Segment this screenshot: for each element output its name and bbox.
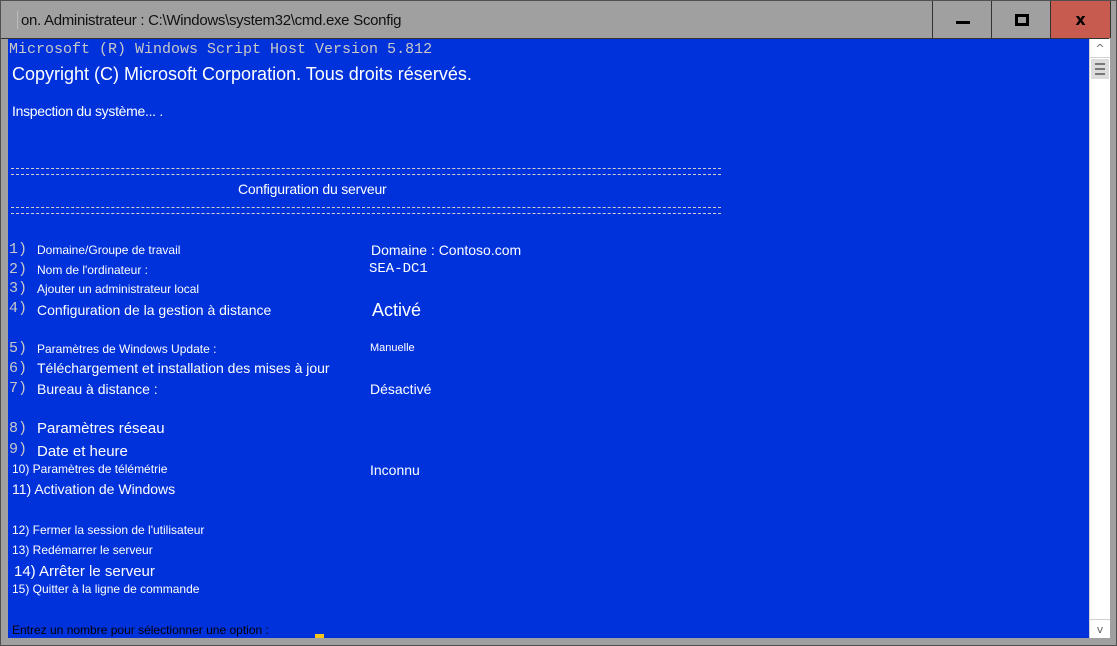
grip-icon xyxy=(1095,63,1105,75)
wsh-version-line: Microsoft (R) Windows Script Host Versio… xyxy=(9,41,433,58)
domain-value: Domaine : Contoso.com xyxy=(371,242,522,258)
menu-item-download-updates: Téléchargement et installation des mises… xyxy=(37,360,330,376)
minimize-icon xyxy=(955,21,970,24)
menu-item-remote-desktop: Bureau à distance : xyxy=(37,381,158,397)
vertical-scrollbar[interactable]: ^ v xyxy=(1089,39,1110,638)
maximize-icon xyxy=(1014,13,1029,26)
computer-name-value: SEA-DC1 xyxy=(369,261,428,277)
menu-number: 8) xyxy=(9,420,28,437)
menu-item-domain: Domaine/Groupe de travail xyxy=(37,243,181,257)
menu-item-restart: 13) Redémarrer le serveur xyxy=(12,543,153,557)
menu-number: 6) xyxy=(9,360,28,377)
section-title: Configuration du serveur xyxy=(238,181,387,197)
window-bottom-edge xyxy=(1,638,1116,645)
menu-item-activation: 11) Activation de Windows xyxy=(12,481,176,497)
menu-number: 5) xyxy=(9,340,28,357)
telemetry-value: Inconnu xyxy=(370,462,420,478)
window-title-path: on. Administrateur : C:\Windows\system32… xyxy=(21,12,350,29)
option-prompt: Entrez un nombre pour sélectionner une o… xyxy=(12,623,269,637)
menu-number: 1) xyxy=(9,241,28,258)
menu-number: 3) xyxy=(9,280,28,297)
scroll-up-button[interactable]: ^ xyxy=(1090,39,1110,58)
menu-number: 4) xyxy=(9,300,28,317)
window-title: on. Administrateur : C:\Windows\system32… xyxy=(21,12,401,29)
menu-item-logoff: 12) Fermer la session de l'utilisateur xyxy=(12,523,205,537)
scroll-thumb[interactable] xyxy=(1091,59,1109,79)
separator-top xyxy=(11,168,721,175)
menu-item-remote-management: Configuration de la gestion à distance xyxy=(37,302,272,318)
cmd-window: on. Administrateur : C:\Windows\system32… xyxy=(0,0,1117,646)
menu-number: 9) xyxy=(9,441,28,458)
windows-update-value: Manuelle xyxy=(370,342,415,354)
title-bar[interactable]: on. Administrateur : C:\Windows\system32… xyxy=(1,1,1116,38)
scroll-down-button[interactable]: v xyxy=(1090,619,1110,638)
menu-item-exit: 15) Quitter à la ligne de commande xyxy=(12,582,200,596)
menu-item-date-time: Date et heure xyxy=(37,443,128,460)
chevron-down-icon: v xyxy=(1096,622,1104,636)
minimize-button[interactable] xyxy=(932,1,992,38)
window-title-app: Sconfig xyxy=(353,12,402,29)
close-button[interactable]: x xyxy=(1050,1,1111,38)
menu-number: 2) xyxy=(9,261,28,278)
menu-item-telemetry: 10) Paramètres de télémétrie xyxy=(12,462,168,476)
menu-item-computer-name: Nom de l'ordinateur : xyxy=(37,263,149,277)
separator-bottom xyxy=(11,207,721,214)
remote-management-value: Activé xyxy=(372,300,422,320)
maximize-button[interactable] xyxy=(991,1,1051,38)
console-area[interactable]: Microsoft (R) Windows Script Host Versio… xyxy=(8,39,1089,638)
remote-desktop-value: Désactivé xyxy=(370,381,432,397)
menu-number: 7) xyxy=(9,380,28,397)
copyright-line: Copyright (C) Microsoft Corporation. Tou… xyxy=(12,64,472,84)
inspecting-line: Inspection du système... . xyxy=(12,103,163,119)
close-icon: x xyxy=(1075,10,1086,29)
menu-item-add-admin: Ajouter un administrateur local xyxy=(37,282,200,296)
chevron-up-icon: ^ xyxy=(1095,41,1105,55)
menu-item-network: Paramètres réseau xyxy=(37,420,165,437)
menu-item-shutdown: 14) Arrêter le serveur xyxy=(14,563,155,580)
menu-item-windows-update: Paramètres de Windows Update : xyxy=(37,342,217,356)
